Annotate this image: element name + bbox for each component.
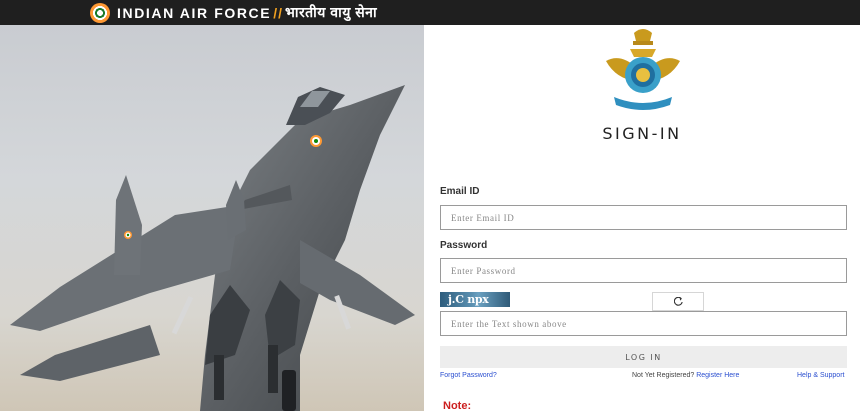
forgot-password-link[interactable]: Forgot Password?: [440, 372, 497, 379]
captcha-refresh-button[interactable]: [652, 292, 704, 311]
brand-name-hindi: भारतीय वायु सेना: [284, 4, 378, 20]
captcha-image: j.C npx: [440, 292, 510, 307]
refresh-icon: [673, 297, 683, 306]
fighter-jet-illustration: [10, 85, 415, 411]
register-prompt: Not Yet Registered? Register Here: [632, 372, 739, 379]
header-brand: INDIAN AIR FORCE // भारतीय वायु सेना: [90, 0, 377, 25]
signin-title: SIGN-IN: [602, 124, 682, 143]
captcha-input[interactable]: [440, 311, 847, 336]
email-input[interactable]: [440, 205, 847, 230]
email-label: Email ID: [440, 186, 480, 197]
top-header-bar: INDIAN AIR FORCE // भारतीय वायु सेना: [0, 0, 860, 25]
iaf-roundel-icon: [90, 2, 110, 23]
password-input[interactable]: [440, 258, 847, 283]
brand-name-english: INDIAN AIR FORCE: [117, 4, 272, 21]
not-registered-text: Not Yet Registered?: [632, 372, 695, 379]
brand-separator: //: [273, 4, 283, 21]
iaf-emblem-icon: [606, 29, 680, 110]
password-label: Password: [440, 240, 488, 251]
note-heading: Note:: [443, 400, 472, 411]
register-here-link[interactable]: Register Here: [696, 372, 739, 379]
fighter-jet-photo: [0, 25, 424, 411]
help-support-link[interactable]: Help & Support: [797, 372, 844, 379]
login-button[interactable]: LOG IN: [440, 346, 847, 368]
login-panel: SIGN-IN Email ID Password j.C npx LOG IN…: [424, 25, 860, 411]
